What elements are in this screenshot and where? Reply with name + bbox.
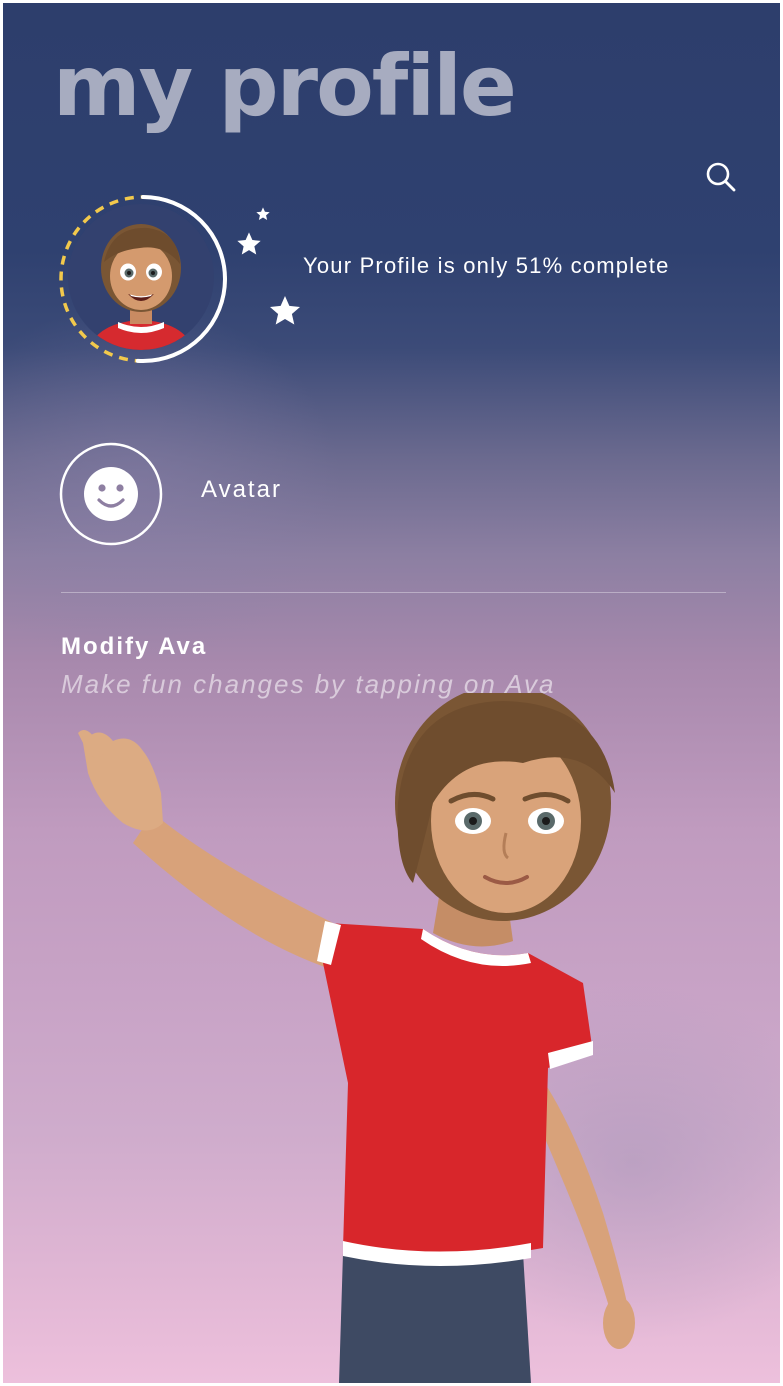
search-icon[interactable] [703, 159, 739, 195]
star-icon [256, 207, 270, 220]
avatar-menu-item[interactable]: Avatar [59, 442, 729, 554]
avatar-menu-label: Avatar [201, 476, 282, 503]
profile-progress-text: Your Profile is only 51% complete [303, 253, 670, 278]
profile-screen: my profile Your Profile is only 51% comp… [3, 3, 780, 1383]
page-title: my profile [53, 37, 517, 135]
star-icon [237, 232, 261, 255]
avatar-thumbnail [68, 204, 214, 350]
profile-avatar[interactable] [68, 204, 214, 350]
modify-title: Modify Ava [61, 633, 208, 660]
smiley-icon [59, 442, 163, 546]
ava-character[interactable] [3, 693, 780, 1383]
section-divider [61, 592, 726, 593]
star-icon [270, 296, 300, 325]
